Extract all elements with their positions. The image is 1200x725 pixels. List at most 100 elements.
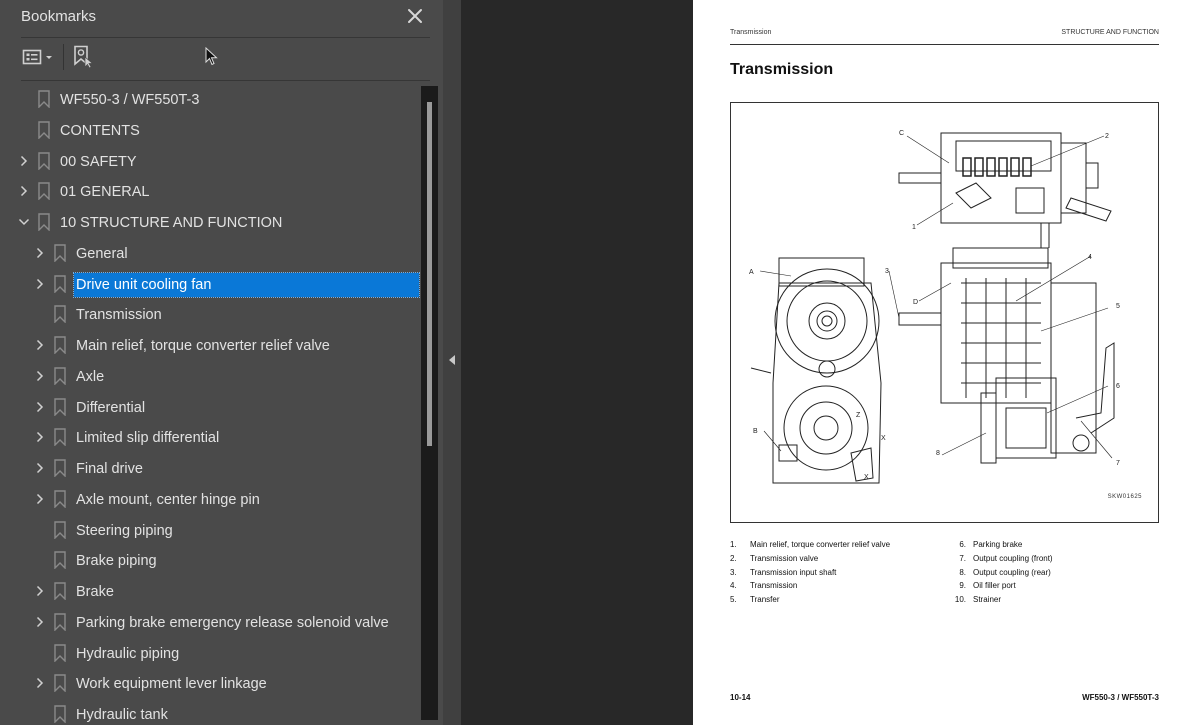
callout-8: 8 [936, 450, 940, 457]
bookmark-options-button[interactable] [22, 48, 58, 68]
chevron-right-icon[interactable] [34, 401, 46, 413]
bookmark-item[interactable]: Parking brake emergency release solenoid… [0, 608, 420, 636]
chevron-right-icon[interactable] [34, 370, 46, 382]
bookmark-label: Brake [76, 584, 114, 600]
bookmark-item[interactable]: Axle mount, center hinge pin [0, 485, 420, 513]
bookmark-item[interactable]: Brake [0, 577, 420, 605]
bookmark-label: 00 SAFETY [60, 153, 137, 170]
bookmark-label: Transmission [76, 307, 162, 324]
legend-text: Transmission valve [750, 553, 819, 563]
bookmark-item[interactable]: Work equipment lever linkage [0, 669, 420, 697]
chevron-right-icon[interactable] [18, 155, 30, 167]
bookmark-icon [54, 244, 66, 262]
legend-text: Strainer [973, 595, 1002, 605]
bookmark-label: Axle [76, 368, 105, 385]
legend-number: 9. [959, 581, 966, 591]
bookmark-icon [38, 182, 50, 201]
collapse-panel-arrow-icon[interactable] [449, 355, 455, 365]
bookmark-icon [38, 121, 50, 139]
bookmark-icon [54, 551, 66, 570]
bookmark-icon [54, 428, 66, 447]
chevron-right-icon[interactable] [34, 585, 46, 597]
bookmark-label: Final drive [76, 461, 143, 477]
legend-item: 2. Transmission valve [730, 552, 890, 566]
bookmark-icon [54, 643, 66, 662]
close-icon [408, 9, 422, 23]
legend-number: 8. [959, 567, 966, 577]
callout-z: Z [856, 412, 861, 419]
scrollbar-thumb[interactable] [427, 102, 432, 446]
chevron-right-icon[interactable] [34, 462, 46, 474]
chevron-right-icon[interactable] [34, 616, 46, 628]
bookmark-icon [38, 213, 50, 231]
chevron-right-icon[interactable] [34, 339, 46, 351]
bookmark-label: Hydraulic piping [76, 645, 180, 662]
bookmark-label: Drive unit cooling fan [73, 271, 420, 298]
header-divider [21, 37, 430, 38]
panel-title: Bookmarks [21, 8, 97, 25]
legend-number: 6. [959, 540, 966, 549]
legend-text: Parking brake [973, 540, 1023, 549]
legend-number: 3. [730, 567, 737, 577]
bookmarks-scrollbar[interactable] [421, 86, 438, 720]
find-current-bookmark-button[interactable] [73, 45, 95, 69]
running-header-left: Transmission [730, 29, 772, 36]
running-header-right: STRUCTURE AND FUNCTION [1061, 29, 1159, 36]
bookmark-item[interactable]: Axle [0, 362, 420, 390]
legend-item: 1. Main relief, torque converter relief v… [730, 538, 890, 552]
bookmark-label: 10 STRUCTURE AND FUNCTION [60, 215, 283, 231]
bookmark-item[interactable]: Main relief, torque converter relief val… [0, 331, 420, 359]
bookmark-item[interactable]: Limited slip differential [0, 423, 420, 451]
bookmark-item[interactable]: Drive unit cooling fan [0, 270, 420, 298]
chevron-right-icon[interactable] [18, 185, 30, 197]
bookmark-icon [54, 613, 66, 631]
legend-text: Output coupling (rear) [973, 567, 1051, 577]
legend-text: Output coupling (front) [973, 553, 1053, 563]
transmission-figure: C 2 1 3 A D 4 5 6 7 8 B X X Z SKW01625 [730, 102, 1159, 523]
bookmark-item[interactable]: Hydraulic piping [0, 639, 420, 667]
bookmark-item[interactable]: Brake piping [0, 546, 420, 574]
page-title: Transmission [730, 61, 834, 78]
legend-number: 4. [730, 581, 737, 591]
legend-number: 10. [954, 595, 966, 605]
bookmark-icon [54, 520, 66, 539]
legend-number: 2. [730, 553, 737, 563]
bookmark-item[interactable]: CONTENTS [0, 116, 420, 144]
list-options-icon [22, 49, 52, 65]
callout-1: 1 [912, 224, 916, 231]
bookmark-label: Differential [76, 399, 146, 416]
bookmark-item[interactable]: 00 SAFETY [0, 147, 420, 175]
chevron-right-icon[interactable] [34, 677, 46, 689]
bookmark-item[interactable]: 10 STRUCTURE AND FUNCTION [0, 208, 420, 236]
top-view-drawing [898, 132, 1112, 248]
legend-number: 5. [730, 595, 737, 605]
legend-item: 5. Transfer [730, 593, 890, 607]
bookmark-icon [54, 305, 66, 324]
pdf-page: Transmission STRUCTURE AND FUNCTION Tran… [693, 0, 1200, 725]
legend-item: 4. Transmission [730, 579, 890, 593]
chevron-right-icon[interactable] [34, 493, 46, 505]
chevron-right-icon[interactable] [34, 247, 46, 259]
bookmark-item[interactable]: 01 GENERAL [0, 177, 420, 205]
bookmark-icon [38, 90, 50, 108]
chevron-down-icon[interactable] [18, 216, 30, 228]
bookmark-icon [54, 274, 66, 293]
bookmark-icon [54, 336, 66, 354]
find-current-bookmark-icon [74, 45, 94, 69]
legend-item: 10. Strainer [954, 593, 1053, 607]
legend-text: Transfer [750, 595, 780, 605]
close-panel-button[interactable] [405, 6, 425, 26]
callout-4: 4 [1088, 254, 1092, 261]
bookmark-item[interactable]: Transmission [0, 300, 420, 328]
bookmark-item[interactable]: General [0, 239, 420, 267]
bookmark-item[interactable]: Steering piping [0, 516, 420, 544]
bookmark-label: 01 GENERAL [60, 184, 150, 201]
bookmark-icon [54, 490, 66, 508]
chevron-right-icon[interactable] [34, 431, 46, 443]
bookmark-item[interactable]: Final drive [0, 454, 420, 482]
bookmark-item[interactable]: Hydraulic tank [0, 700, 420, 725]
chevron-right-icon[interactable] [34, 278, 46, 290]
bookmark-icon [54, 582, 66, 600]
bookmark-item[interactable]: Differential [0, 393, 420, 421]
bookmark-item[interactable]: WF550-3 / WF550T-3 [0, 85, 420, 113]
